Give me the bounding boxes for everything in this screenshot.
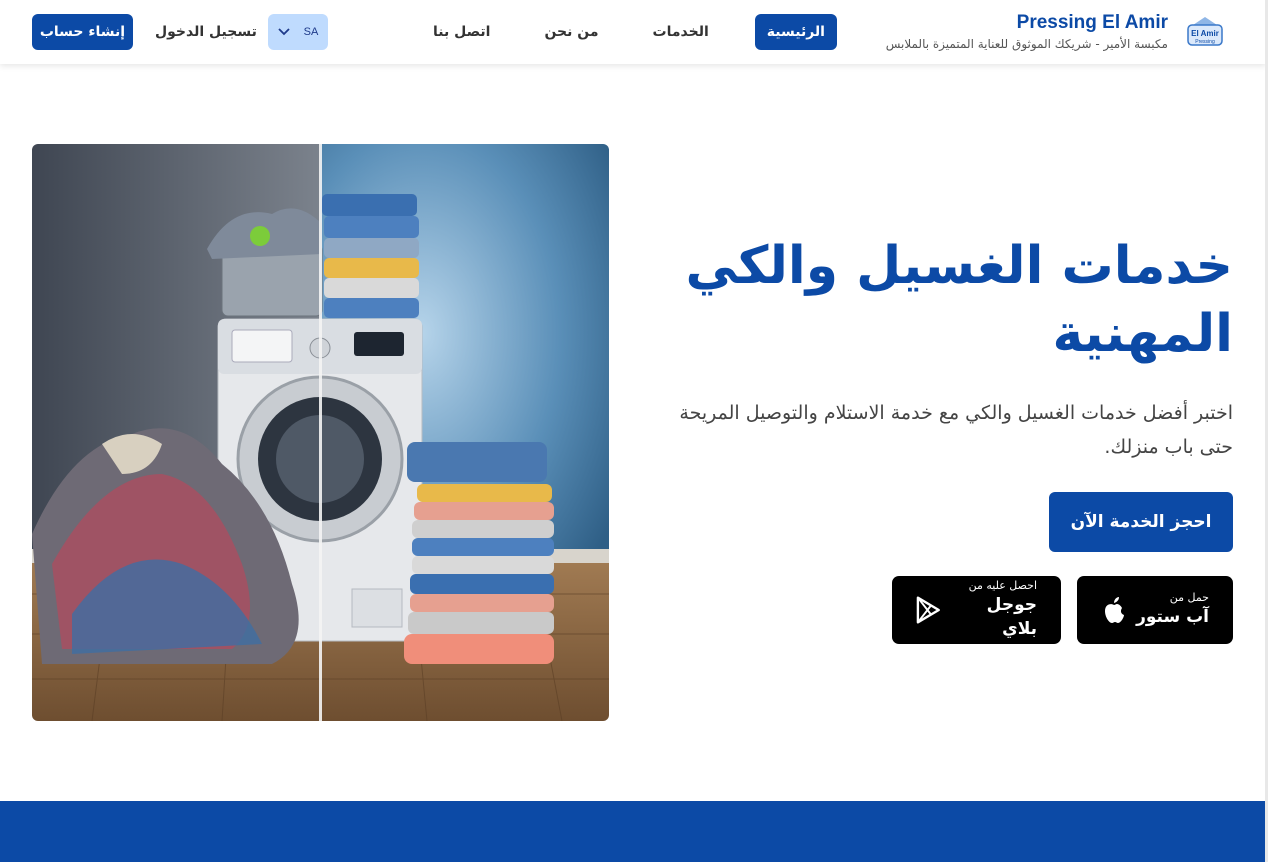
- main-nav: اتصل بنا من نحن الخدمات الرئيسية: [415, 14, 837, 50]
- book-service-button[interactable]: احجز الخدمة الآن: [1049, 492, 1233, 552]
- laundry-illustration: [32, 144, 609, 721]
- nav-item-services[interactable]: الخدمات: [635, 14, 727, 50]
- nav-item-about[interactable]: من نحن: [526, 14, 616, 50]
- nav-item-home[interactable]: الرئيسية: [754, 14, 837, 50]
- brand-tagline: مكبسة الأمير - شريكك الموثوق للعناية الم…: [885, 37, 1168, 51]
- apple-icon: [1105, 597, 1125, 623]
- signup-button[interactable]: إنشاء حساب: [32, 14, 133, 50]
- brand-name: Pressing El Amir: [1016, 12, 1168, 33]
- app-store-big-label: آب ستور: [1136, 607, 1209, 627]
- hero-description: اختبر أفضل خدمات الغسيل والكي مع خدمة ال…: [679, 402, 1233, 458]
- google-play-button[interactable]: احصل عليه من جوجل بلاي: [892, 576, 1061, 644]
- app-store-text: حمل من آب ستور: [1136, 591, 1209, 629]
- site-header: Pressing El Amir مكبسة الأمير - شريكك ال…: [0, 0, 1266, 64]
- app-store-small-label: حمل من: [1169, 591, 1209, 604]
- language-selector[interactable]: SA: [268, 14, 328, 50]
- footer-band: [0, 801, 1265, 862]
- logo-subtext: Pressing: [1195, 39, 1215, 45]
- hero-title: خدمات الغسيل والكي المهنية: [685, 236, 1233, 364]
- brand[interactable]: Pressing El Amir مكبسة الأمير - شريكك ال…: [886, 12, 1226, 51]
- play-store-icon: [916, 596, 940, 624]
- chevron-down-icon: [278, 28, 290, 36]
- logo-text: El Amir: [1191, 29, 1219, 38]
- language-code: SA: [303, 26, 319, 38]
- nav-item-contact[interactable]: اتصل بنا: [415, 14, 508, 50]
- brand-text: Pressing El Amir مكبسة الأمير - شريكك ال…: [886, 12, 1168, 51]
- login-link[interactable]: تسجيل الدخول: [155, 14, 257, 50]
- google-play-big-label: جوجل بلاي: [986, 595, 1037, 639]
- hero-image: [32, 144, 609, 721]
- google-play-small-label: احصل عليه من: [968, 579, 1037, 592]
- page: Pressing El Amir مكبسة الأمير - شريكك ال…: [0, 0, 1268, 862]
- hero-text: خدمات الغسيل والكي المهنية اختبر أفضل خد…: [643, 232, 1233, 464]
- logo-icon: El Amir Pressing: [1187, 16, 1223, 46]
- app-store-button[interactable]: حمل من آب ستور: [1077, 576, 1233, 644]
- google-play-text: احصل عليه من جوجل بلاي: [951, 579, 1037, 641]
